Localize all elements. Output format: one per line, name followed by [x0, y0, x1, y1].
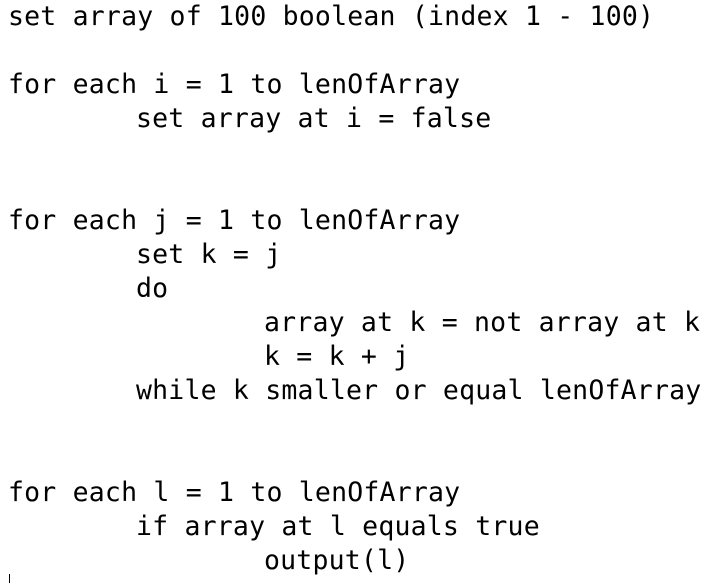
code-line: set array at i = false — [136, 103, 492, 134]
code-line: for each i = 1 to lenOfArray — [8, 69, 461, 100]
pseudocode-document: set array of 100 boolean (index 1 - 100)… — [0, 0, 707, 583]
code-line: for each j = 1 to lenOfArray — [8, 205, 461, 236]
code-line: array at k = not array at k — [264, 307, 701, 338]
code-line: set k = j — [136, 239, 282, 270]
code-line: output(l) — [264, 545, 410, 576]
code-line: do — [136, 273, 169, 304]
code-line: k = k + j — [264, 341, 410, 372]
code-line: for each l = 1 to lenOfArray — [8, 477, 461, 508]
code-line: if array at l equals true — [136, 511, 540, 542]
text-cursor — [9, 574, 10, 583]
code-line: set array of 100 boolean (index 1 - 100) — [8, 1, 655, 32]
code-line: while k smaller or equal lenOfArray — [136, 375, 702, 406]
